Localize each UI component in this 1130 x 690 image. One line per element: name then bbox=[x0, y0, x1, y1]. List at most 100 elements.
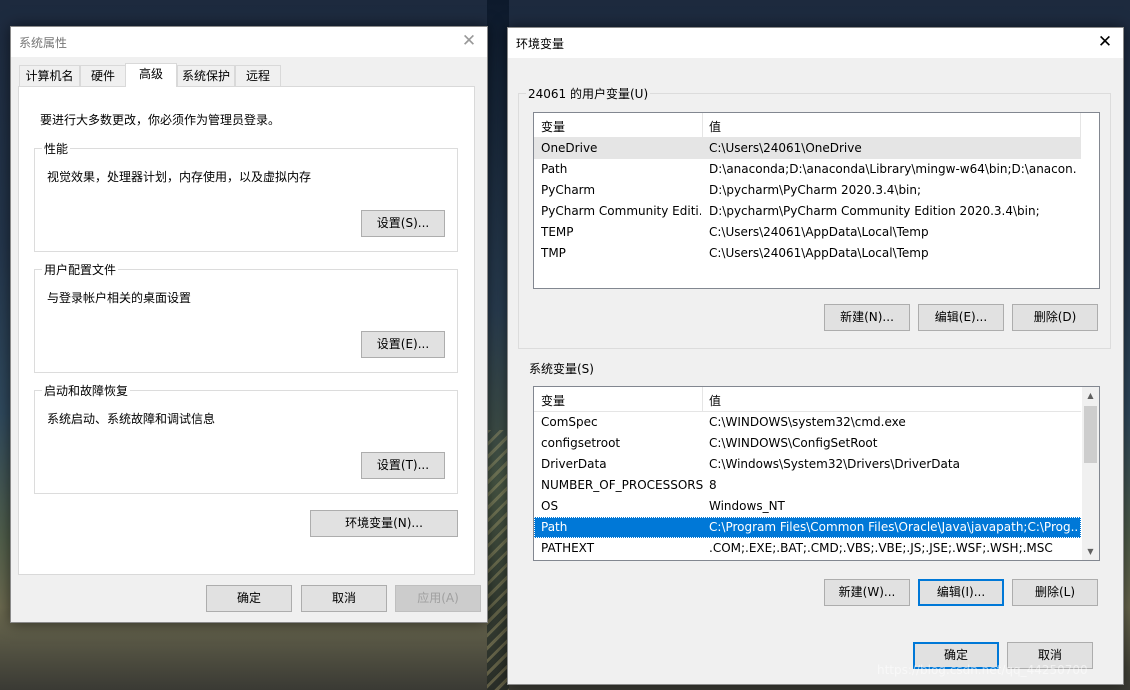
column-header-value[interactable]: 值 bbox=[709, 118, 721, 135]
column-divider bbox=[1080, 113, 1081, 137]
user-variable-row[interactable]: OneDrive C:\Users\24061\OneDrive bbox=[534, 138, 1081, 159]
user-profiles-group-title: 用户配置文件 bbox=[42, 261, 119, 278]
variable-value: 8 bbox=[709, 478, 717, 492]
column-header-variable[interactable]: 变量 bbox=[541, 392, 565, 409]
variable-value: C:\Users\24061\OneDrive bbox=[709, 141, 862, 155]
variable-value: .COM;.EXE;.BAT;.CMD;.VBS;.VBE;.JS;.JSE;.… bbox=[709, 541, 1053, 555]
scroll-down-icon[interactable]: ▼ bbox=[1082, 543, 1099, 560]
system-edit-button[interactable]: 编辑(I)... bbox=[918, 579, 1004, 606]
variable-name: TMP bbox=[541, 246, 566, 260]
variable-name: TEMP bbox=[541, 225, 574, 239]
tab-label: 硬件 bbox=[90, 69, 115, 83]
user-profiles-group: 用户配置文件 与登录帐户相关的桌面设置 设置(E)... bbox=[34, 261, 458, 373]
variable-name: OS bbox=[541, 499, 559, 513]
list-header: 变量 值 bbox=[534, 387, 1081, 412]
column-divider bbox=[702, 387, 703, 411]
tab-label: 系统保护 bbox=[181, 69, 230, 83]
dialog-title: 环境变量 bbox=[516, 37, 565, 51]
startup-recovery-settings-button[interactable]: 设置(T)... bbox=[361, 452, 445, 479]
environment-variables-dialog: 环境变量 ✕ 24061 的用户变量(U) 变量 值 OneDrive C:\U… bbox=[507, 27, 1124, 685]
dialog-title: 系统属性 bbox=[19, 36, 68, 50]
user-variable-row[interactable]: Path D:\anaconda;D:\anaconda\Library\min… bbox=[534, 159, 1081, 180]
column-divider bbox=[702, 113, 703, 137]
variable-name: Path bbox=[541, 162, 568, 176]
user-variable-row[interactable]: PyCharm Community Editi... D:\pycharm\Py… bbox=[534, 201, 1081, 222]
variable-value: Windows_NT bbox=[709, 499, 785, 513]
list-header: 变量 值 bbox=[534, 113, 1081, 138]
system-variable-row[interactable]: DriverData C:\Windows\System32\Drivers\D… bbox=[534, 454, 1081, 475]
user-edit-button[interactable]: 编辑(E)... bbox=[918, 304, 1004, 331]
performance-settings-button[interactable]: 设置(S)... bbox=[361, 210, 445, 237]
user-profiles-settings-button[interactable]: 设置(E)... bbox=[361, 331, 445, 358]
user-variables-list[interactable]: 变量 值 OneDrive C:\Users\24061\OneDrive Pa… bbox=[533, 112, 1100, 289]
variable-value: C:\WINDOWS\ConfigSetRoot bbox=[709, 436, 878, 450]
user-variable-row[interactable]: TEMP C:\Users\24061\AppData\Local\Temp bbox=[534, 222, 1081, 243]
startup-recovery-group: 启动和故障恢复 系统启动、系统故障和调试信息 设置(T)... bbox=[34, 382, 458, 494]
variable-name: Path bbox=[541, 520, 568, 534]
tab-computer-name[interactable]: 计算机名 bbox=[19, 65, 80, 86]
scrollbar-thumb[interactable] bbox=[1084, 406, 1097, 463]
column-header-value[interactable]: 值 bbox=[709, 392, 721, 409]
variable-name: NUMBER_OF_PROCESSORS bbox=[541, 478, 704, 492]
user-delete-button[interactable]: 删除(D) bbox=[1012, 304, 1098, 331]
variable-value: D:\anaconda;D:\anaconda\Library\mingw-w6… bbox=[709, 162, 1077, 176]
variable-value: D:\pycharm\PyCharm Community Edition 202… bbox=[709, 204, 1040, 218]
system-variables-list[interactable]: 变量 值 ComSpec C:\WINDOWS\system32\cmd.exe… bbox=[533, 386, 1100, 561]
performance-group: 性能 视觉效果，处理器计划，内存使用，以及虚拟内存 设置(S)... bbox=[34, 140, 458, 252]
system-variable-row-selected[interactable]: Path C:\Program Files\Common Files\Oracl… bbox=[534, 517, 1081, 538]
column-header-variable[interactable]: 变量 bbox=[541, 118, 565, 135]
system-variables-group-title: 系统变量(S) bbox=[529, 362, 594, 376]
variable-name: OneDrive bbox=[541, 141, 598, 155]
vertical-scrollbar[interactable]: ▲ ▼ bbox=[1082, 387, 1099, 560]
title-bar: 环境变量 ✕ bbox=[508, 28, 1123, 58]
system-properties-dialog: 系统属性 ✕ 计算机名 硬件 高级 系统保护 远程 要进行大多数更改，你必须作为… bbox=[10, 26, 488, 623]
user-variable-row[interactable]: TMP C:\Users\24061\AppData\Local\Temp bbox=[534, 243, 1081, 264]
close-icon[interactable]: ✕ bbox=[459, 31, 479, 51]
system-variable-row[interactable]: configsetroot C:\WINDOWS\ConfigSetRoot bbox=[534, 433, 1081, 454]
variable-value: C:\Users\24061\AppData\Local\Temp bbox=[709, 246, 929, 260]
variable-name: configsetroot bbox=[541, 436, 621, 450]
variable-value: C:\Users\24061\AppData\Local\Temp bbox=[709, 225, 929, 239]
variable-name: ComSpec bbox=[541, 415, 598, 429]
user-new-button[interactable]: 新建(N)... bbox=[824, 304, 910, 331]
system-variable-row[interactable]: NUMBER_OF_PROCESSORS 8 bbox=[534, 475, 1081, 496]
scroll-up-icon[interactable]: ▲ bbox=[1082, 387, 1099, 404]
admin-note: 要进行大多数更改，你必须作为管理员登录。 bbox=[40, 113, 281, 127]
tab-label: 远程 bbox=[245, 69, 270, 83]
variable-name: PyCharm bbox=[541, 183, 596, 197]
ok-button[interactable]: 确定 bbox=[206, 585, 292, 612]
variable-value: C:\Program Files\Common Files\Oracle\Jav… bbox=[709, 520, 1077, 534]
tab-hardware[interactable]: 硬件 bbox=[80, 65, 126, 86]
variable-value: D:\pycharm\PyCharm 2020.3.4\bin; bbox=[709, 183, 922, 197]
system-variable-row[interactable]: OS Windows_NT bbox=[534, 496, 1081, 517]
system-delete-button[interactable]: 删除(L) bbox=[1012, 579, 1098, 606]
apply-button[interactable]: 应用(A) bbox=[395, 585, 481, 612]
tab-system-protection[interactable]: 系统保护 bbox=[177, 65, 235, 86]
variable-value: C:\WINDOWS\system32\cmd.exe bbox=[709, 415, 906, 429]
environment-variables-button[interactable]: 环境变量(N)... bbox=[310, 510, 458, 537]
user-profiles-description: 与登录帐户相关的桌面设置 bbox=[47, 291, 192, 305]
tab-label: 计算机名 bbox=[25, 69, 74, 83]
variable-name: PATHEXT bbox=[541, 541, 595, 555]
startup-recovery-description: 系统启动、系统故障和调试信息 bbox=[47, 412, 216, 426]
tab-remote[interactable]: 远程 bbox=[235, 65, 281, 86]
advanced-tab-panel: 要进行大多数更改，你必须作为管理员登录。 性能 视觉效果，处理器计划，内存使用，… bbox=[18, 86, 475, 575]
user-variable-row[interactable]: PyCharm D:\pycharm\PyCharm 2020.3.4\bin; bbox=[534, 180, 1081, 201]
tab-label: 高级 bbox=[138, 67, 163, 81]
system-variable-row[interactable]: PATHEXT .COM;.EXE;.BAT;.CMD;.VBS;.VBE;.J… bbox=[534, 538, 1081, 559]
variable-name: DriverData bbox=[541, 457, 607, 471]
tab-advanced[interactable]: 高级 bbox=[125, 63, 177, 87]
watermark-text: https://blog.csdn.net/qq_44250700 bbox=[877, 663, 1088, 677]
system-variable-row[interactable]: ComSpec C:\WINDOWS\system32\cmd.exe bbox=[534, 412, 1081, 433]
desktop-background-lights bbox=[487, 430, 509, 690]
system-new-button[interactable]: 新建(W)... bbox=[824, 579, 910, 606]
title-bar: 系统属性 ✕ bbox=[11, 27, 487, 57]
performance-description: 视觉效果，处理器计划，内存使用，以及虚拟内存 bbox=[47, 170, 312, 184]
close-icon[interactable]: ✕ bbox=[1095, 32, 1115, 52]
variable-name: PyCharm Community Editi... bbox=[541, 204, 701, 218]
user-variables-group-title: 24061 的用户变量(U) bbox=[526, 85, 651, 102]
cancel-button[interactable]: 取消 bbox=[301, 585, 387, 612]
startup-recovery-group-title: 启动和故障恢复 bbox=[42, 382, 131, 399]
variable-value: C:\Windows\System32\Drivers\DriverData bbox=[709, 457, 960, 471]
performance-group-title: 性能 bbox=[42, 140, 71, 157]
